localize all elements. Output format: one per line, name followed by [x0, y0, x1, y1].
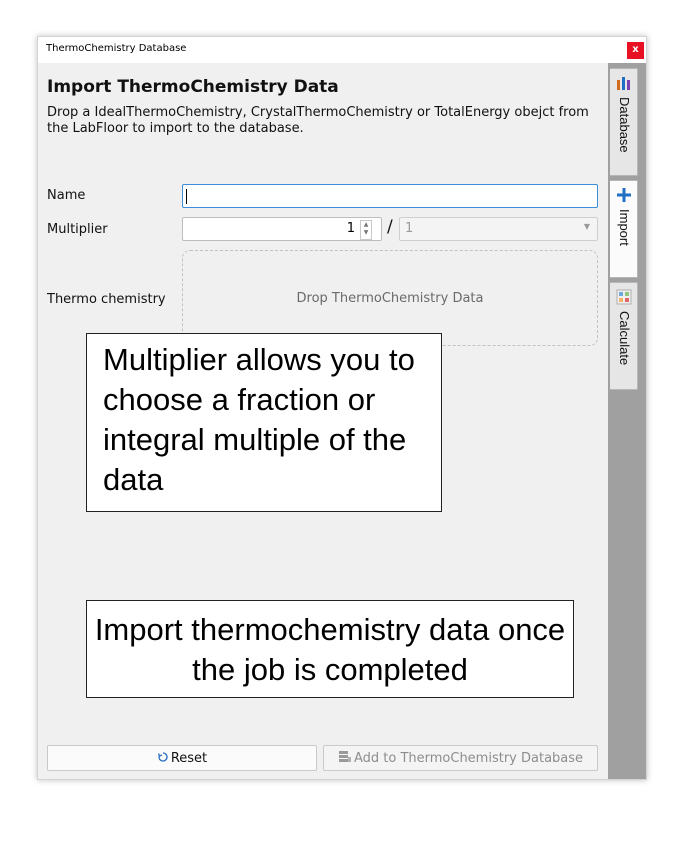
panel-heading: Import ThermoChemistry Data	[47, 77, 339, 97]
tab-import-label: Import	[617, 209, 632, 246]
refresh-icon	[157, 751, 169, 766]
import-annotation: Import thermochemistry data once the job…	[86, 600, 574, 698]
tab-import[interactable]: Import	[610, 180, 638, 278]
add-label: Add to ThermoChemistry Database	[353, 750, 584, 766]
plus-icon	[616, 187, 632, 207]
reset-label: Reset	[170, 750, 208, 766]
multiplier-separator: /	[387, 217, 393, 237]
add-to-database-button[interactable]: Add to ThermoChemistry Database	[323, 745, 598, 771]
import-panel: Import ThermoChemistry Data Drop a Ideal…	[38, 63, 608, 779]
tab-database-label: Database	[617, 97, 632, 153]
text-caret	[186, 189, 187, 204]
name-input[interactable]	[182, 184, 598, 208]
title-bar: ThermoChemistry Database x	[38, 37, 646, 63]
multiplier-annotation: Multiplier allows you to choose a fracti…	[86, 333, 442, 512]
calculator-icon	[616, 289, 632, 309]
database-icon	[338, 750, 352, 766]
tab-calculate[interactable]: Calculate	[610, 282, 638, 390]
database-bars-icon	[616, 75, 632, 95]
panel-description: Drop a IdealThermoChemistry, CrystalTher…	[47, 105, 589, 136]
thermochemistry-drop-zone[interactable]: Drop ThermoChemistry Data	[182, 250, 598, 346]
multiplier-value: 1	[346, 221, 355, 236]
side-tab-bar: Database Import Calculate	[608, 63, 646, 779]
multiplier-label: Multiplier	[47, 222, 108, 237]
thermo-chemistry-label: Thermo chemistry	[47, 292, 166, 307]
drop-zone-text: Drop ThermoChemistry Data	[296, 290, 484, 306]
name-label: Name	[47, 188, 86, 203]
divisor-select[interactable]: 1 ▼	[399, 217, 598, 241]
tab-database[interactable]: Database	[610, 68, 638, 176]
thermochemistry-database-window: ThermoChemistry Database x Import Thermo…	[37, 36, 647, 780]
divisor-value: 1	[405, 221, 414, 236]
spin-arrows-icon[interactable]: ▲ ▼	[360, 220, 372, 240]
reset-button[interactable]: Reset	[47, 745, 317, 771]
tab-calculate-label: Calculate	[617, 311, 632, 366]
chevron-down-icon: ▼	[583, 222, 590, 231]
multiplier-spinbox[interactable]: 1 ▲ ▼	[182, 217, 382, 241]
window-title: ThermoChemistry Database	[46, 43, 187, 54]
close-button[interactable]: x	[627, 42, 644, 59]
